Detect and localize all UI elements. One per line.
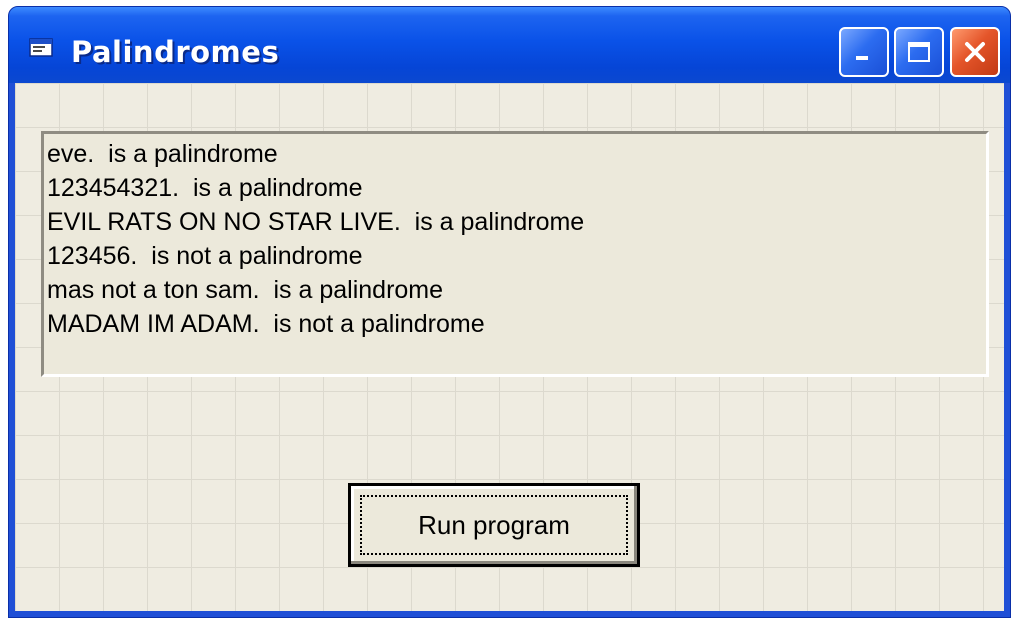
minimize-button[interactable] bbox=[839, 27, 889, 77]
window-title: Palindromes bbox=[71, 35, 280, 69]
output-line: eve. is a palindrome bbox=[47, 140, 278, 168]
output-line: EVIL RATS ON NO STAR LIVE. is a palindro… bbox=[47, 208, 585, 236]
close-icon bbox=[965, 42, 985, 62]
minimize-icon bbox=[856, 56, 868, 60]
maximize-icon bbox=[908, 42, 930, 62]
output-line: 123456. is not a palindrome bbox=[47, 242, 363, 270]
app-icon bbox=[29, 38, 53, 57]
run-program-label: Run program bbox=[418, 509, 570, 540]
output-line: 123454321. is a palindrome bbox=[47, 174, 363, 202]
run-program-button[interactable]: Run program bbox=[348, 483, 640, 567]
title-bar[interactable]: Palindromes bbox=[9, 7, 1010, 83]
output-line: mas not a ton sam. is a palindrome bbox=[47, 276, 444, 304]
form-client-area: eve. is a palindrome 123454321. is a pal… bbox=[15, 83, 1004, 611]
output-listbox[interactable]: eve. is a palindrome 123454321. is a pal… bbox=[41, 131, 989, 377]
output-line: MADAM IM ADAM. is not a palindrome bbox=[47, 310, 485, 338]
close-button[interactable] bbox=[950, 27, 1000, 77]
app-window: Palindromes eve. is a palindrome 1234543… bbox=[8, 6, 1011, 618]
maximize-button[interactable] bbox=[894, 27, 944, 77]
